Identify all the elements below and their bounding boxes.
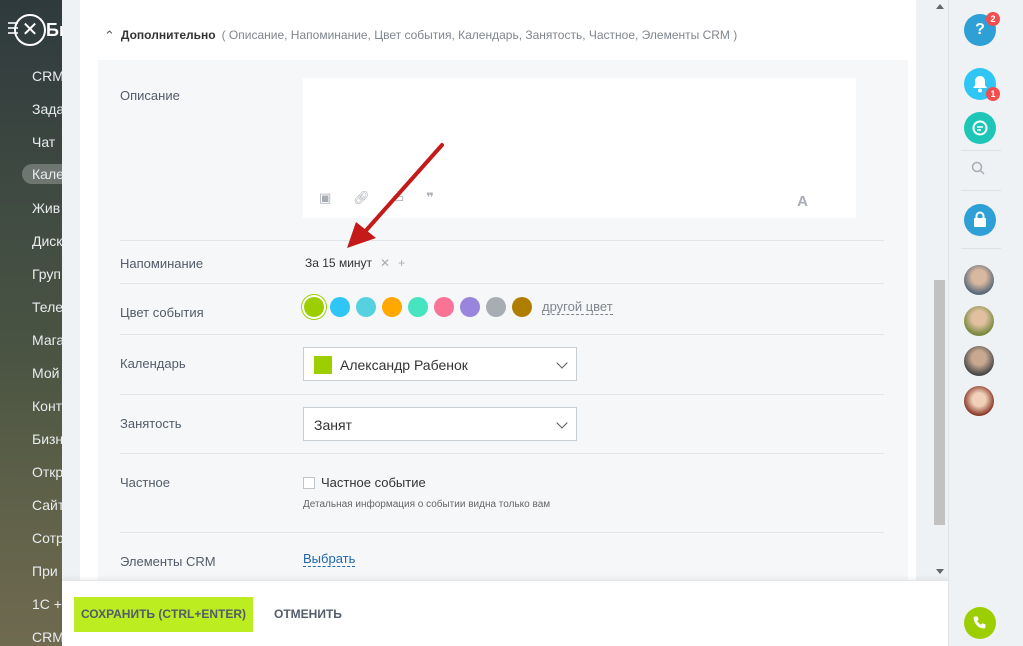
private-checkbox-label[interactable]: Частное событие — [321, 475, 426, 490]
color-label: Цвет события — [120, 305, 204, 320]
description-label: Описание — [120, 88, 180, 103]
busy-label: Занятость — [120, 416, 182, 431]
divider — [120, 532, 884, 533]
calendar-color-swatch — [314, 356, 332, 374]
left-menu-background: Би CRM Зада Чат Кале Жив Диск Груп Теле … — [0, 0, 62, 646]
menu-item-my[interactable]: Мой — [32, 365, 59, 381]
private-checkbox-row[interactable]: Частное событие — [303, 475, 426, 490]
menu-item-telephony[interactable]: Теле — [32, 299, 62, 315]
search-icon[interactable] — [971, 161, 985, 175]
advanced-fields-list: ( Описание, Напоминание, Цвет события, К… — [221, 28, 738, 42]
avatar[interactable] — [964, 265, 994, 295]
image-icon[interactable]: ▣ — [319, 190, 331, 206]
advanced-section-toggle[interactable]: ⌃ Дополнительно ( Описание, Напоминание, Ц… — [104, 27, 737, 43]
cancel-button[interactable]: ОТМЕНИТЬ — [274, 607, 342, 621]
crm-label: Элементы CRM — [120, 554, 216, 569]
divider — [120, 283, 884, 284]
color-swatch-green[interactable] — [304, 297, 324, 317]
divider — [961, 248, 1001, 249]
color-swatch-purple[interactable] — [460, 297, 480, 317]
scroll-up-icon[interactable] — [936, 4, 944, 9]
event-edit-panel: ⌃ Дополнительно ( Описание, Напоминание, Ц… — [62, 0, 948, 646]
chevron-down-icon — [556, 417, 568, 429]
crm-select-link[interactable]: Выбрать — [303, 552, 356, 567]
scroll-thumb[interactable] — [934, 280, 945, 525]
calendar-select-value: Александр Рабенок — [340, 357, 468, 373]
annotation-arrow — [347, 143, 444, 248]
avatar[interactable] — [964, 386, 994, 416]
scroll-down-icon[interactable] — [936, 569, 944, 574]
logo: Би — [46, 20, 62, 40]
menu-item-sites[interactable]: Сайт — [32, 497, 62, 513]
divider — [120, 394, 884, 395]
menu-item-chat[interactable]: Чат — [32, 134, 55, 150]
close-icon[interactable]: ✕ — [14, 14, 46, 46]
menu-item-groups[interactable]: Груп — [32, 266, 61, 282]
chevron-down-icon — [556, 357, 568, 369]
color-swatch-orange[interactable] — [382, 297, 402, 317]
color-swatch-turquoise[interactable] — [408, 297, 428, 317]
color-picker: другой цвет — [304, 297, 613, 317]
avatar[interactable] — [964, 306, 994, 336]
menu-item-crm[interactable]: CRM — [32, 68, 62, 84]
divider — [961, 190, 1001, 191]
menu-item-employees[interactable]: Сотр — [32, 530, 62, 546]
other-color-link[interactable]: другой цвет — [542, 299, 613, 315]
divider — [120, 453, 884, 454]
busy-select[interactable]: Занят — [303, 407, 577, 441]
color-swatch-blue[interactable] — [330, 297, 350, 317]
reminder-item[interactable]: За 15 минут — [305, 256, 372, 270]
notifications-badge: 1 — [986, 87, 1000, 101]
divider — [120, 334, 884, 335]
footer-bar: СОХРАНИТЬ (CTRL+ENTER) ОТМЕНИТЬ — [62, 580, 948, 646]
avatar[interactable] — [964, 346, 994, 376]
private-label: Частное — [120, 475, 170, 490]
divider — [961, 150, 1001, 151]
menu-item-market[interactable]: Мага — [32, 332, 62, 348]
calendar-label: Календарь — [120, 356, 186, 371]
divider — [120, 240, 884, 241]
chat-icon[interactable] — [964, 112, 996, 144]
color-swatch-pink[interactable] — [434, 297, 454, 317]
color-swatch-cyan[interactable] — [356, 297, 376, 317]
menu-item-open[interactable]: Откр — [32, 464, 62, 480]
private-hint: Детальная информация о событии видна тол… — [303, 499, 551, 510]
menu-item-feed[interactable]: Жив — [32, 200, 60, 216]
right-sidebar: ? 2 1 — [948, 0, 1023, 646]
calendar-select[interactable]: Александр Рабенок — [303, 347, 577, 381]
menu-item-contacts[interactable]: Конт — [32, 398, 62, 414]
save-button[interactable]: СОХРАНИТЬ (CTRL+ENTER) — [74, 597, 253, 632]
reminder-label: Напоминание — [120, 256, 204, 271]
private-checkbox[interactable] — [303, 476, 315, 489]
advanced-section-card: ⌃ Дополнительно ( Описание, Напоминание, Ц… — [80, 0, 916, 580]
busy-select-value: Занят — [314, 417, 352, 433]
reminder-value: За 15 минут ✕ + — [305, 256, 405, 270]
chevron-up-icon: ⌃ — [104, 28, 115, 43]
phone-icon[interactable] — [964, 607, 996, 639]
advanced-fields-container: Описание ▣ 🔗︎ ▭ ❞ A Напоминание За 15 ми… — [98, 60, 908, 580]
menu-item-crm-2[interactable]: CRM — [32, 629, 62, 645]
color-swatch-gray[interactable] — [486, 297, 506, 317]
menu-item-apps[interactable]: При — [32, 563, 58, 579]
menu-item-tasks[interactable]: Зада — [32, 101, 62, 117]
menu-item-1c[interactable]: 1С + — [32, 596, 62, 612]
color-swatch-brown[interactable] — [512, 297, 532, 317]
remove-reminder-icon[interactable]: ✕ — [380, 256, 390, 270]
menu-item-disk[interactable]: Диск — [32, 233, 62, 249]
menu-item-business[interactable]: Бизн — [32, 431, 62, 447]
scrollbar[interactable] — [932, 0, 948, 580]
add-reminder-icon[interactable]: + — [398, 256, 405, 270]
advanced-title: Дополнительно — [120, 28, 216, 42]
font-format-icon[interactable]: A — [797, 193, 808, 210]
menu-item-calendar[interactable]: Кале — [22, 164, 62, 184]
lock-icon[interactable] — [964, 204, 996, 236]
help-badge: 2 — [986, 12, 1000, 26]
